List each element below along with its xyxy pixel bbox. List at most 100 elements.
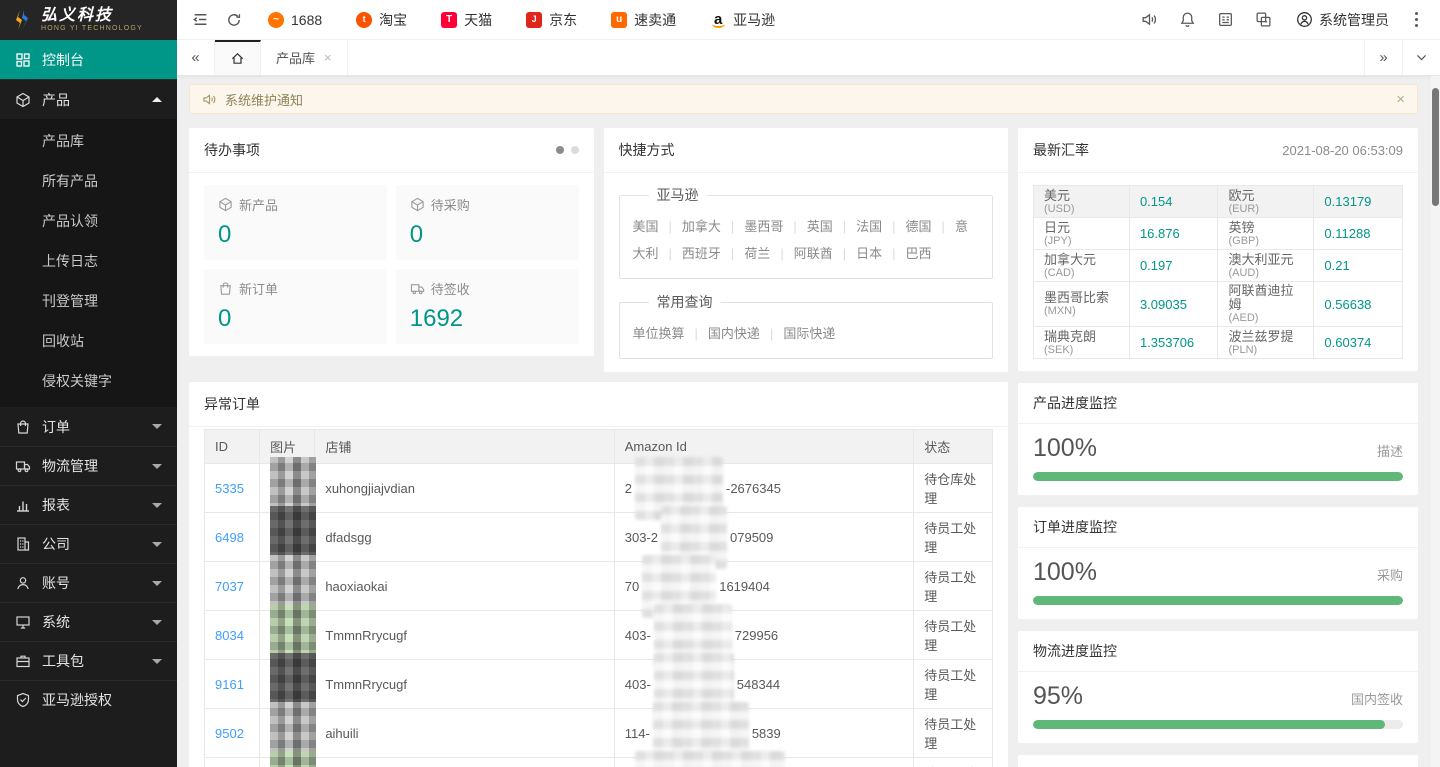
announcement-icon[interactable] [1130, 0, 1168, 40]
todo-card-to-receive[interactable]: 待签收 1692 [396, 269, 579, 344]
sidebar-subitem-upload-log[interactable]: 上传日志 [0, 241, 177, 281]
user-icon [15, 575, 31, 591]
sidebar-subitem-product-library[interactable]: 产品库 [0, 121, 177, 161]
todo-card-new-order[interactable]: 新订单 0 [204, 269, 387, 344]
carousel-dot[interactable] [571, 146, 579, 154]
rate-value: 0.154 [1140, 194, 1173, 209]
order-id-link[interactable]: 6498 [215, 530, 244, 545]
rate-row: 瑞典克朗(SEK) 1.353706 波兰兹罗提(PLN) 0.60374 [1034, 327, 1403, 359]
chart-icon [15, 497, 31, 513]
shop-name: xuhongjiajvdian [315, 464, 614, 513]
notice-text: 系统维护通知 [225, 90, 303, 109]
tabs-scroll-right-icon[interactable]: » [1364, 40, 1402, 75]
sidebar-subitem-listing-manage[interactable]: 刊登管理 [0, 281, 177, 321]
nav-link-1688[interactable]: ~ 1688 [251, 0, 339, 40]
sidebar-subitem-recycle-bin[interactable]: 回收站 [0, 321, 177, 361]
shortcut-link-domestic-express[interactable]: 国内快递 [685, 326, 760, 341]
shortcut-link-jp[interactable]: 日本 [833, 246, 882, 261]
sidebar-subitem-infringement-keywords[interactable]: 侵权关键字 [0, 361, 177, 401]
order-id-link[interactable]: 9502 [215, 726, 244, 741]
brand-name: 弘义科技 [41, 7, 143, 24]
table-row: 9161 TmmnRrycugf 403-548344 待员工处理 [205, 660, 993, 709]
tabs-menu-icon[interactable] [1402, 40, 1440, 75]
sidebar-item-reports[interactable]: 报表 [0, 485, 177, 524]
order-id-link[interactable]: 5335 [215, 481, 244, 496]
redacted-strip [653, 727, 749, 740]
shortcut-link-unit-convert[interactable]: 单位换算 [633, 326, 685, 341]
caret-down-icon [152, 659, 162, 664]
carousel-dot-active[interactable] [556, 146, 564, 154]
tabs-scroll-left-icon[interactable]: « [177, 40, 215, 75]
sidebar-item-toolbox[interactable]: 工具包 [0, 641, 177, 680]
building-icon [15, 536, 31, 552]
redacted-strip [635, 482, 723, 495]
shortcut-link-mx[interactable]: 墨西哥 [721, 219, 783, 234]
nav-link-amazon[interactable]: a 亚马逊 [693, 0, 792, 40]
order-id-link[interactable]: 8034 [215, 628, 244, 643]
logistics-progress-panel-domestic: 物流进度监控 95%国内签收 [1018, 631, 1418, 743]
task-history-icon[interactable] [1244, 0, 1282, 40]
shortcut-link-ca[interactable]: 加拿大 [659, 219, 721, 234]
todo-card-new-product[interactable]: 新产品 0 [204, 185, 387, 260]
shortcut-link-nl[interactable]: 荷兰 [721, 246, 770, 261]
page-scrollbar-thumb[interactable] [1432, 88, 1439, 206]
brand-subtitle: HONG YI TECHNOLOGY [41, 24, 143, 33]
sidebar-item-console[interactable]: 控制台 [0, 40, 177, 79]
nav-link-jd[interactable]: J 京东 [509, 0, 594, 40]
shortcut-link-fr[interactable]: 法国 [833, 219, 882, 234]
redacted-strip [654, 629, 732, 642]
nav-link-aliexpress[interactable]: u 速卖通 [594, 0, 693, 40]
caret-down-icon [152, 620, 162, 625]
shortcut-link-es[interactable]: 西班牙 [659, 246, 721, 261]
sidebar-subitem-all-products[interactable]: 所有产品 [0, 161, 177, 201]
shop-name: TmmnRrycugf [315, 611, 614, 660]
tab-home[interactable] [215, 40, 261, 75]
sidebar-subitem-product-claim[interactable]: 产品认领 [0, 201, 177, 241]
nav-link-taobao[interactable]: t 淘宝 [339, 0, 424, 40]
jd-icon: J [526, 12, 542, 28]
sidebar-item-logistics[interactable]: 物流管理 [0, 446, 177, 485]
shortcut-link-us[interactable]: 美国 [633, 219, 659, 234]
shortcut-link-uk[interactable]: 英国 [783, 219, 832, 234]
shortcut-link-ae[interactable]: 阿联酋 [770, 246, 832, 261]
abnormal-orders-panel: 异常订单 ID 图片 店铺 Amazon Id 状态 [189, 382, 1008, 767]
notice-close-icon[interactable]: × [1396, 91, 1405, 108]
table-row: 9502 aihuili 114-5839 待员工处理 [205, 709, 993, 758]
shortcut-link-de[interactable]: 德国 [882, 219, 931, 234]
order-id-link[interactable]: 9161 [215, 677, 244, 692]
shield-check-icon [15, 692, 31, 708]
caret-down-icon [152, 424, 162, 429]
brand-logo[interactable]: 弘义科技 HONG YI TECHNOLOGY [0, 0, 177, 40]
sidebar-item-account[interactable]: 账号 [0, 563, 177, 602]
tab-close-icon[interactable]: × [324, 50, 332, 65]
apps-icon[interactable] [1206, 0, 1244, 40]
order-status: 待员工处理 [914, 709, 993, 758]
tab-product-library[interactable]: 产品库 × [261, 40, 348, 75]
nav-link-tmall[interactable]: T 天猫 [424, 0, 509, 40]
shortcut-link-br[interactable]: 巴西 [882, 246, 931, 261]
more-menu-icon[interactable] [1403, 12, 1430, 27]
table-row: 6498 dfadsgg 303-2079509 待员工处理 [205, 513, 993, 562]
cube-icon [15, 92, 31, 108]
refresh-button[interactable] [217, 0, 251, 40]
collapse-sidebar-button[interactable] [183, 0, 217, 40]
rate-value: 0.21 [1324, 258, 1349, 273]
sidebar-item-order[interactable]: 订单 [0, 407, 177, 446]
orders-title: 异常订单 [204, 394, 260, 414]
amazon-id: 114-5839 [625, 726, 781, 741]
sidebar-item-system[interactable]: 系统 [0, 602, 177, 641]
todo-value: 0 [218, 305, 373, 333]
logistics-progress-panel-intl: 物流进度监控 96%国际发货 [1018, 755, 1418, 767]
sidebar-item-product[interactable]: 产品 [0, 80, 177, 119]
top-navbar: ~ 1688 t 淘宝 T 天猫 J 京东 u 速卖通 a 亚马逊 [177, 0, 1440, 40]
progress-bar [1033, 596, 1403, 605]
box-icon [410, 197, 425, 212]
sidebar-item-company[interactable]: 公司 [0, 524, 177, 563]
sidebar-item-amazon-auth[interactable]: 亚马逊授权 [0, 680, 177, 719]
caret-down-icon [152, 581, 162, 586]
order-id-link[interactable]: 7037 [215, 579, 244, 594]
shortcut-link-intl-express[interactable]: 国际快递 [760, 326, 835, 341]
bell-icon[interactable] [1168, 0, 1206, 40]
user-menu[interactable]: 系统管理员 [1282, 10, 1403, 30]
todo-card-to-purchase[interactable]: 待采购 0 [396, 185, 579, 260]
